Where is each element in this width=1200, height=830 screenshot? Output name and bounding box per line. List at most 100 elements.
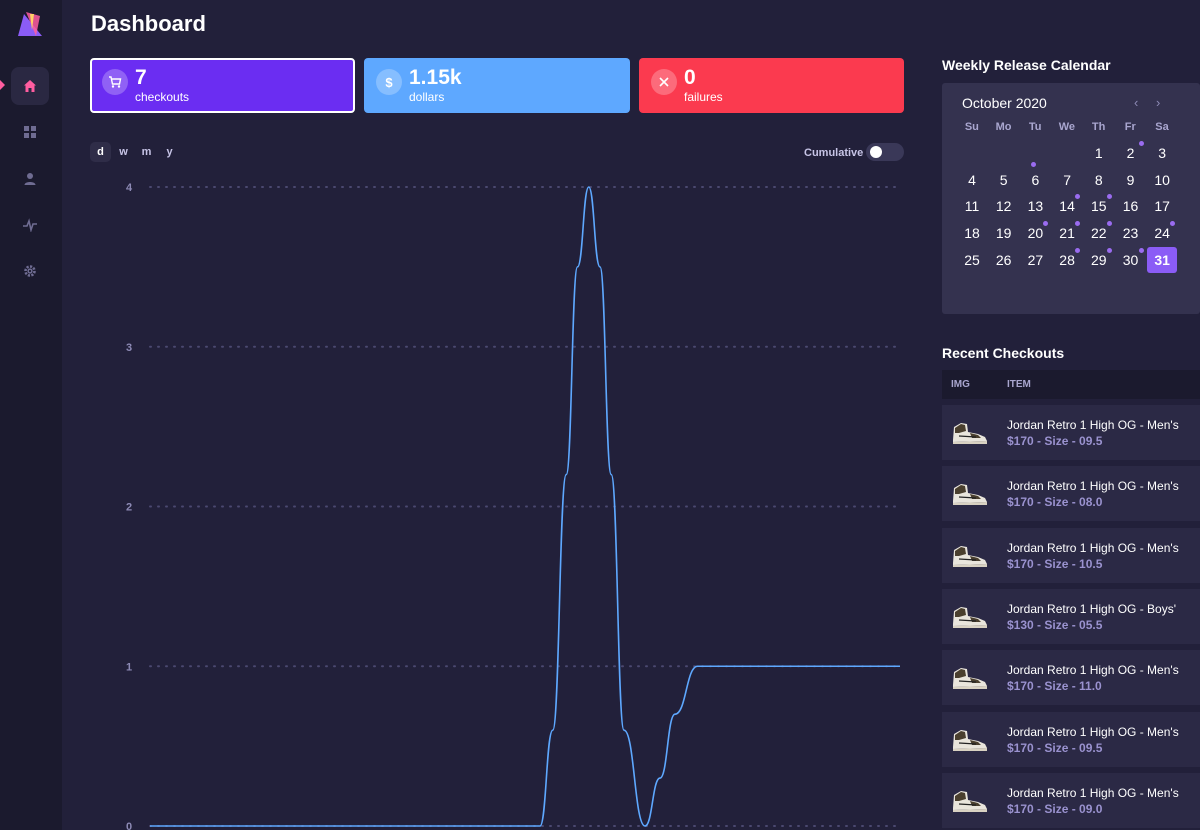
calendar-day[interactable]: 15: [1084, 193, 1114, 219]
dollars-label: dollars: [409, 90, 445, 104]
calendar-day[interactable]: 4: [957, 167, 987, 193]
calendar-day[interactable]: 21: [1052, 220, 1082, 246]
table-row[interactable]: Jordan Retro 1 High OG - Men's $170 - Siz…: [942, 772, 1200, 828]
item-name: Jordan Retro 1 High OG - Boys': [1007, 601, 1177, 616]
sidebar-item-home[interactable]: [11, 67, 49, 105]
y-tick-label: 3: [126, 342, 132, 354]
calendar-day[interactable]: 17: [1147, 193, 1177, 219]
table-row[interactable]: Jordan Retro 1 High OG - Boys' $130 - Siz…: [942, 588, 1200, 644]
calendar-day[interactable]: 23: [1116, 220, 1146, 246]
calendar-day-number: 31: [1154, 251, 1170, 268]
release-dot-icon: [1138, 141, 1144, 146]
failures-card[interactable]: 0 failures: [639, 58, 904, 113]
release-dot-icon: [1043, 221, 1049, 227]
calendar-day-number: 22: [1091, 225, 1107, 242]
range-tab-month[interactable]: m: [136, 142, 157, 162]
calendar-day[interactable]: 9: [1116, 167, 1146, 193]
item-name: Jordan Retro 1 High OG - Men's: [1007, 663, 1179, 678]
calendar-day[interactable]: 24: [1147, 220, 1177, 246]
range-tabs: d w m y: [90, 142, 180, 162]
calendar-day-number: 12: [995, 198, 1012, 215]
item-name: Jordan Retro 1 High OG - Men's: [1007, 785, 1179, 800]
calendar-prev-button[interactable]: ‹: [1134, 95, 1138, 110]
sidebar-item-dashboard[interactable]: [11, 113, 49, 151]
range-tab-year[interactable]: y: [159, 142, 180, 162]
release-dot-icon: [1075, 194, 1081, 200]
calendar-month: October 2020: [962, 95, 1047, 111]
calendar-day-number: 8: [1094, 171, 1103, 188]
range-tab-day[interactable]: d: [90, 142, 111, 162]
sidebar-item-settings[interactable]: [11, 252, 49, 290]
range-tab-week[interactable]: w: [113, 142, 134, 162]
calendar-day-number: 21: [1059, 225, 1075, 242]
activity-icon: [23, 218, 37, 232]
calendar-next-button[interactable]: ›: [1156, 95, 1160, 110]
checkouts-card[interactable]: 7 checkouts: [90, 58, 355, 113]
item-price-size: $130 - Size - 05.5: [1007, 617, 1103, 632]
calendar-day-number: 7: [1063, 171, 1071, 188]
calendar-weekday: Su: [964, 121, 979, 133]
calendar-day[interactable]: 30: [1116, 247, 1146, 273]
calendar-day[interactable]: 31: [1147, 246, 1178, 273]
user-icon: [24, 173, 36, 185]
item-price-size: $170 - Size - 09.0: [1007, 801, 1103, 816]
calendar-day-number: 30: [1122, 251, 1139, 268]
calendar-day-number: 5: [999, 171, 1008, 188]
calendar-day[interactable]: 6: [1020, 167, 1050, 193]
dollars-card[interactable]: $ 1.15k dollars: [364, 58, 630, 113]
calendar-day[interactable]: 3: [1147, 140, 1177, 166]
calendar-day[interactable]: 14: [1052, 193, 1082, 219]
table-row[interactable]: Jordan Retro 1 High OG - Men's $170 - Siz…: [942, 405, 1200, 460]
calendar-day-number: 18: [964, 225, 980, 242]
calendar-day[interactable]: 28: [1052, 247, 1082, 273]
cumulative-toggle[interactable]: [866, 143, 904, 161]
calendar-day[interactable]: 2: [1116, 140, 1146, 166]
calendar-day[interactable]: 29: [1084, 247, 1114, 273]
checkouts-table-header: IMG ITEM: [942, 370, 1200, 399]
page-title: Dashboard: [91, 11, 206, 36]
failures-value: 0: [684, 66, 696, 89]
calendar-weekday: Sa: [1155, 121, 1169, 133]
calendar-day[interactable]: 10: [1147, 167, 1177, 193]
calendar-weekday: Tu: [1028, 121, 1042, 133]
calendar-day-number: 28: [1059, 251, 1075, 268]
release-calendar: October 2020 ‹ › Su Mo Tu We Th Fr Sa 12345678…: [942, 83, 1200, 314]
calendar-day[interactable]: 25: [957, 247, 987, 273]
calendar-day[interactable]: 7: [1052, 167, 1082, 193]
calendar-day-number: 9: [1126, 171, 1135, 188]
checkouts-line-chart: 0 1 2 3 4: [126, 182, 901, 830]
calendar-day[interactable]: 8: [1084, 167, 1114, 193]
calendar-day[interactable]: 5: [989, 167, 1019, 193]
table-row[interactable]: Jordan Retro 1 High OG - Men's $170 - Siz…: [942, 711, 1200, 767]
calendar-day[interactable]: 26: [989, 247, 1019, 273]
calendar-day[interactable]: 19: [989, 220, 1019, 246]
toggle-knob: [870, 146, 882, 158]
table-row[interactable]: Jordan Retro 1 High OG - Men's $170 - Siz…: [942, 650, 1200, 706]
calendar-day-number: 1: [1094, 145, 1103, 161]
calendar-day[interactable]: 18: [957, 220, 987, 246]
calendar-day[interactable]: 16: [1116, 193, 1146, 219]
calendar-weekday: Fr: [1124, 121, 1136, 133]
checkouts-label: checkouts: [135, 90, 190, 104]
item-name: Jordan Retro 1 High OG - Men's: [1007, 724, 1179, 739]
calendar-day[interactable]: 11: [957, 193, 987, 219]
table-row[interactable]: Jordan Retro 1 High OG - Men's $170 - Siz…: [942, 466, 1200, 522]
calendar-day[interactable]: 20: [1020, 220, 1050, 246]
failures-label: failures: [684, 90, 723, 104]
app-logo-icon[interactable]: [14, 10, 46, 38]
calendar-day[interactable]: 1: [1084, 140, 1114, 166]
gear-icon: [24, 265, 36, 277]
grid-icon: [24, 126, 36, 138]
calendar-day[interactable]: 22: [1084, 220, 1114, 246]
sidebar-item-profile[interactable]: [11, 160, 49, 198]
calendar-day-number: 27: [1027, 251, 1044, 268]
sneaker-image: [953, 606, 987, 628]
dollar-icon: $: [376, 69, 402, 95]
calendar-day[interactable]: 27: [1020, 247, 1050, 273]
calendar-day[interactable]: 13: [1020, 193, 1050, 219]
sidebar-item-activity[interactable]: [11, 206, 49, 244]
calendar-day[interactable]: 12: [989, 193, 1019, 219]
calendar-day-number: 20: [1027, 225, 1044, 242]
calendar-day-number: 15: [1091, 198, 1107, 215]
table-row[interactable]: Jordan Retro 1 High OG - Men's $170 - Siz…: [942, 527, 1200, 583]
